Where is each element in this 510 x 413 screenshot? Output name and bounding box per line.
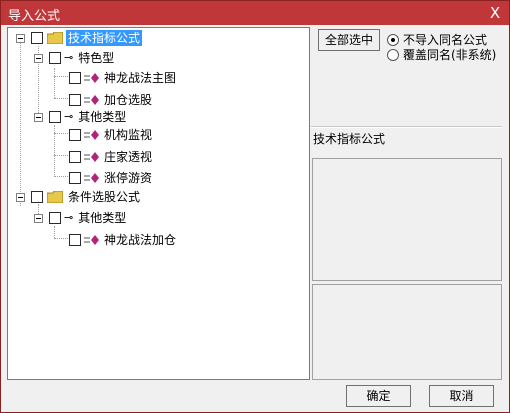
node-checkbox[interactable] xyxy=(69,234,81,246)
node-checkbox[interactable] xyxy=(31,191,43,203)
formula-diamond-icon xyxy=(84,130,99,140)
import-formula-dialog: 导入公式 X 技术指标公式 ⊸ 特色型 神龙战法主图 加仓选股 ⊸ 其他类型 机… xyxy=(0,0,510,413)
node-checkbox[interactable] xyxy=(69,129,81,141)
node-label[interactable]: 特色型 xyxy=(76,50,116,66)
node-label[interactable]: 条件选股公式 xyxy=(66,189,142,205)
radio-overwrite[interactable]: 覆盖同名(非系统) xyxy=(387,46,496,63)
node-checkbox[interactable] xyxy=(69,72,81,84)
title-bar[interactable]: 导入公式 X xyxy=(1,1,509,25)
formula-tree[interactable]: 技术指标公式 ⊸ 特色型 神龙战法主图 加仓选股 ⊸ 其他类型 机构监视 庄家透… xyxy=(7,27,310,380)
node-checkbox[interactable] xyxy=(49,111,61,123)
node-label[interactable]: 庄家透视 xyxy=(102,149,154,165)
radio-label[interactable]: 覆盖同名(非系统) xyxy=(403,46,496,63)
formula-diamond-icon xyxy=(84,235,99,245)
cancel-button[interactable]: 取消 xyxy=(429,385,494,407)
window-title: 导入公式 xyxy=(8,9,61,24)
node-label[interactable]: 神龙战法主图 xyxy=(102,70,178,86)
formula-diamond-icon xyxy=(84,95,99,105)
node-checkbox[interactable] xyxy=(49,52,61,64)
node-checkbox[interactable] xyxy=(31,32,43,44)
key-icon: ⊸ xyxy=(64,211,74,224)
tree-leaf[interactable]: 神龙战法加仓 xyxy=(69,231,178,249)
node-checkbox[interactable] xyxy=(69,94,81,106)
tree-leaf[interactable]: 神龙战法主图 xyxy=(69,69,178,87)
formula-diamond-icon xyxy=(84,173,99,183)
radio-button[interactable] xyxy=(387,48,399,61)
node-checkbox[interactable] xyxy=(69,151,81,163)
folder-icon xyxy=(47,32,63,44)
node-checkbox[interactable] xyxy=(49,212,61,224)
tree-leaf[interactable]: 加仓选股 xyxy=(69,91,154,109)
node-label[interactable]: 其他类型 xyxy=(76,210,128,226)
tree-leaf[interactable]: 庄家透视 xyxy=(69,148,154,166)
node-checkbox[interactable] xyxy=(69,172,81,184)
tree-line xyxy=(54,238,68,239)
collapse-toggle[interactable] xyxy=(16,192,25,202)
collapse-toggle[interactable] xyxy=(34,213,43,223)
formula-diamond-icon xyxy=(84,152,99,162)
node-label[interactable]: 涨停游资 xyxy=(102,170,154,186)
tree-line xyxy=(54,133,68,134)
close-button[interactable]: X xyxy=(486,4,504,22)
select-all-button[interactable]: 全部选中 xyxy=(318,29,380,51)
radio-button[interactable] xyxy=(387,33,399,46)
tree-line xyxy=(20,42,21,206)
tree-line xyxy=(54,155,68,156)
folder-icon xyxy=(47,191,63,203)
tree-line xyxy=(54,226,55,238)
node-label[interactable]: 其他类型 xyxy=(76,109,128,125)
formula-detail-box xyxy=(312,284,502,380)
separator xyxy=(311,126,502,128)
tree-line xyxy=(54,98,68,99)
node-label[interactable]: 机构监视 xyxy=(102,127,154,143)
collapse-toggle[interactable] xyxy=(16,33,25,43)
formula-diamond-icon xyxy=(84,73,99,83)
node-label[interactable]: 加仓选股 xyxy=(102,92,154,108)
collapse-toggle[interactable] xyxy=(34,112,43,122)
key-icon: ⊸ xyxy=(64,110,74,123)
collapse-toggle[interactable] xyxy=(34,53,43,63)
formula-description-box xyxy=(312,158,502,281)
tree-node-group-other[interactable]: ⊸ 其他类型 xyxy=(34,108,128,126)
node-label[interactable]: 技术指标公式 xyxy=(66,30,143,46)
tree-node-group-featured[interactable]: ⊸ 特色型 xyxy=(34,49,116,67)
node-label[interactable]: 神龙战法加仓 xyxy=(102,232,178,248)
section-label: 技术指标公式 xyxy=(313,132,386,146)
tree-leaf[interactable]: 机构监视 xyxy=(69,126,154,144)
tree-line xyxy=(54,76,68,77)
tree-node-root-screening[interactable]: 条件选股公式 xyxy=(16,188,142,206)
tree-line xyxy=(54,176,68,177)
key-icon: ⊸ xyxy=(64,51,74,64)
tree-node-root-tech[interactable]: 技术指标公式 xyxy=(16,29,143,47)
tree-leaf[interactable]: 涨停游资 xyxy=(69,169,154,187)
ok-button[interactable]: 确定 xyxy=(346,385,411,407)
tree-node-group-other-2[interactable]: ⊸ 其他类型 xyxy=(34,209,128,227)
tree-line xyxy=(54,68,55,98)
